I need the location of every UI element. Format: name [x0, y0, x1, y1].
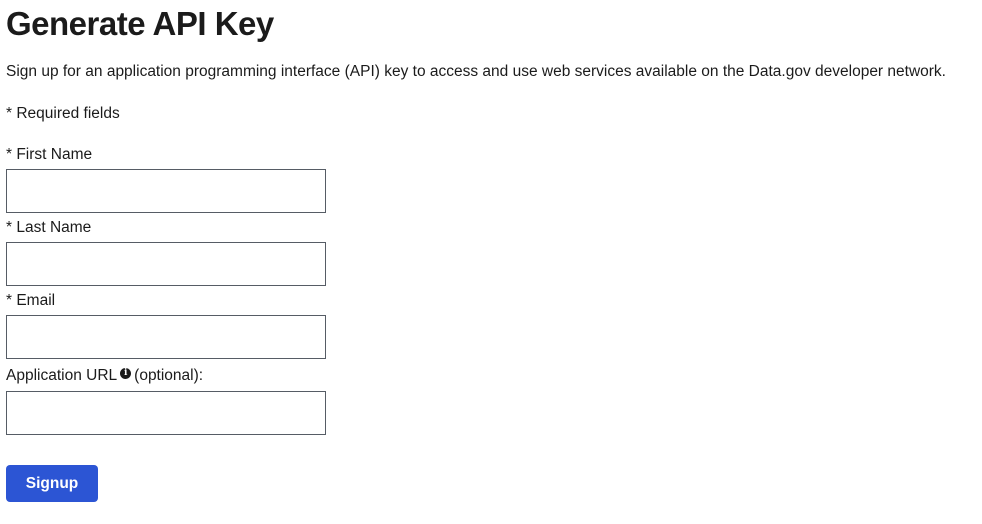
signup-button[interactable]: Signup	[6, 465, 98, 502]
application-url-optional-suffix: (optional):	[134, 367, 204, 384]
required-fields-note: * Required fields	[6, 105, 120, 122]
application-url-label-row: Application URL i (optional):	[6, 366, 203, 386]
first-name-label: * First Name	[6, 146, 93, 163]
page-title: Generate API Key	[6, 5, 274, 42]
email-input[interactable]	[6, 315, 326, 359]
info-circle-icon[interactable]: i	[120, 368, 132, 379]
first-name-input[interactable]	[6, 169, 326, 213]
email-label: * Email	[6, 292, 56, 309]
application-url-label: Application URL	[6, 367, 118, 384]
last-name-input[interactable]	[6, 242, 326, 286]
application-url-input[interactable]	[6, 391, 326, 435]
last-name-label: * Last Name	[6, 219, 92, 236]
intro-text: Sign up for an application programming i…	[6, 63, 946, 80]
